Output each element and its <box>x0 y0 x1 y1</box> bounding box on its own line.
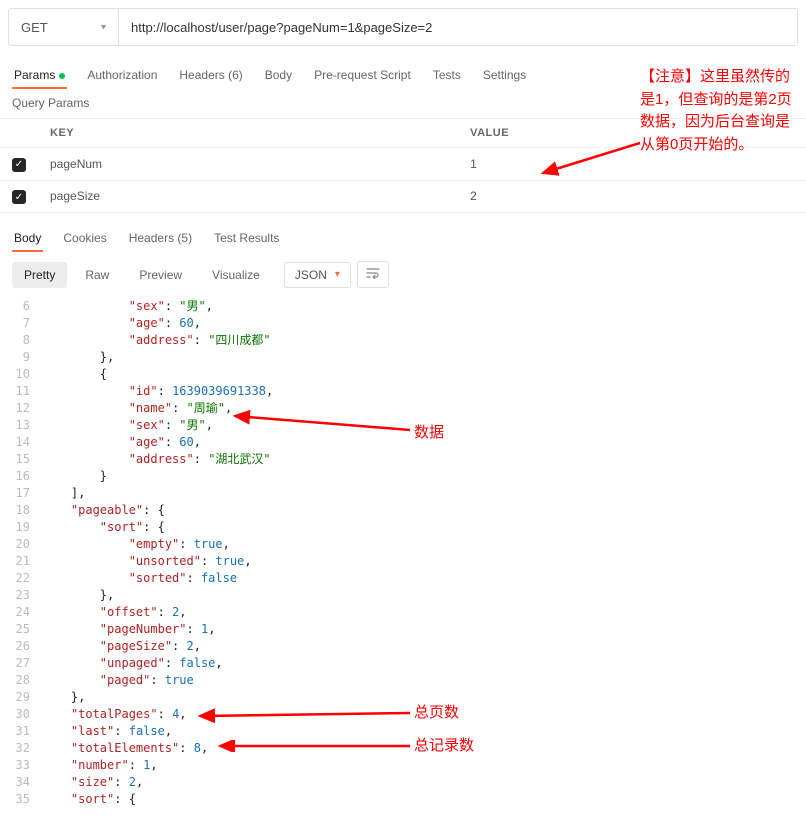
active-dot-icon <box>59 73 65 79</box>
tab-headers[interactable]: Headers (6) <box>177 62 244 88</box>
param-value[interactable]: 1 <box>458 148 806 181</box>
request-tabs: Params Authorization Headers (6) Body Pr… <box>0 54 806 88</box>
response-toolbar: Pretty Raw Preview Visualize JSON ▾ <box>0 251 806 298</box>
visualize-button[interactable]: Visualize <box>200 262 272 288</box>
tab-resp-body[interactable]: Body <box>12 225 43 251</box>
table-row: ✓ pageNum 1 <box>0 148 806 181</box>
wrap-button[interactable] <box>357 261 389 288</box>
col-value: VALUE <box>458 119 806 148</box>
param-key[interactable]: pageNum <box>38 148 458 181</box>
query-params-title: Query Params <box>0 88 806 118</box>
tab-params[interactable]: Params <box>12 62 67 88</box>
tab-authorization[interactable]: Authorization <box>85 62 159 88</box>
format-select[interactable]: JSON ▾ <box>284 262 351 288</box>
url-input[interactable] <box>119 9 797 45</box>
method-select[interactable]: GET ▾ <box>9 9 119 45</box>
tab-tests[interactable]: Tests <box>431 62 463 88</box>
format-label: JSON <box>295 268 327 282</box>
tab-settings[interactable]: Settings <box>481 62 528 88</box>
checkbox[interactable]: ✓ <box>12 158 26 172</box>
tab-resp-tests[interactable]: Test Results <box>212 225 281 251</box>
param-key[interactable]: pageSize <box>38 180 458 213</box>
tab-resp-headers[interactable]: Headers (5) <box>127 225 194 251</box>
response-tabs: Body Cookies Headers (5) Test Results <box>0 213 806 251</box>
method-label: GET <box>21 20 48 35</box>
tab-body[interactable]: Body <box>263 62 294 88</box>
pretty-button[interactable]: Pretty <box>12 262 67 288</box>
col-checkbox <box>0 119 38 148</box>
checkbox[interactable]: ✓ <box>12 190 26 204</box>
chevron-down-icon: ▾ <box>335 269 340 280</box>
tab-prerequest[interactable]: Pre-request Script <box>312 62 413 88</box>
table-row: ✓ pageSize 2 <box>0 180 806 213</box>
preview-button[interactable]: Preview <box>127 262 194 288</box>
tab-resp-cookies[interactable]: Cookies <box>61 225 108 251</box>
request-bar: GET ▾ <box>8 8 798 46</box>
chevron-down-icon: ▾ <box>101 22 106 33</box>
param-value[interactable]: 2 <box>458 180 806 213</box>
col-key: KEY <box>38 119 458 148</box>
response-body[interactable]: 6 "sex": "男", 7 "age": 60, 8 "address": … <box>0 298 806 820</box>
raw-button[interactable]: Raw <box>73 262 121 288</box>
query-params-table: KEY VALUE ✓ pageNum 1 ✓ pageSize 2 <box>0 118 806 213</box>
